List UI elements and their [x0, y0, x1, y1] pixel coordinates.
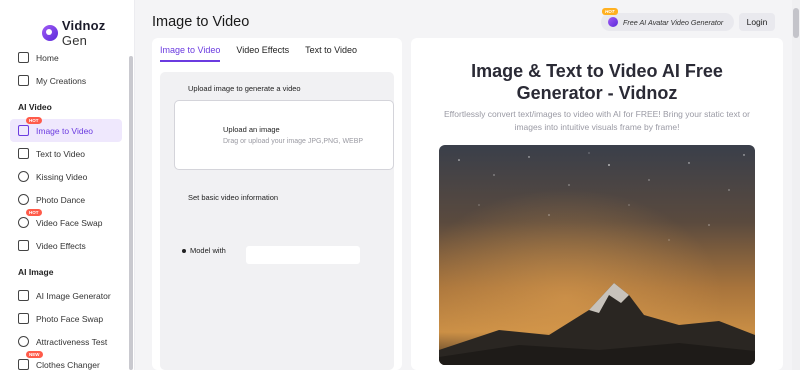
tabs: Image to Video Video Effects Text to Vid… — [160, 38, 357, 62]
sidebar-item-label: Text to Video — [36, 148, 85, 159]
sidebar-item-clothes-changer[interactable]: NEW Clothes Changer — [10, 351, 122, 370]
sidebar-item-label: Attractiveness Test — [36, 336, 108, 347]
info-section-label: Set basic video information — [188, 193, 279, 202]
upload-title: Upload an image — [223, 125, 280, 134]
hero-title-line2: Generator - Vidnoz — [516, 83, 678, 103]
hero-panel: Image & Text to Video AI Free Generator … — [411, 38, 783, 370]
page-scrollbar-thumb[interactable] — [793, 8, 799, 38]
sidebar-item-label: Photo Dance — [36, 194, 86, 205]
face-swap-icon — [18, 217, 29, 228]
sidebar-item-label: Clothes Changer — [36, 359, 100, 370]
sidebar-item-my-creations[interactable]: My Creations — [10, 69, 122, 92]
sidebar-item-label: Photo Face Swap — [36, 313, 104, 324]
sidebar-item-video-effects[interactable]: Video Effects — [10, 234, 122, 257]
sidebar-item-home[interactable]: Home — [10, 46, 122, 69]
promo-button[interactable]: HOT Free AI Avatar Video Generator — [601, 8, 734, 31]
tab-image-to-video[interactable]: Image to Video — [160, 38, 221, 62]
sidebar-item-photo-face-swap[interactable]: Photo Face Swap — [10, 307, 122, 330]
image-generator-icon — [18, 290, 29, 301]
mountain-night-sky-illustration — [439, 145, 755, 365]
section-title-ai-image: AI Image — [18, 267, 54, 277]
photo-swap-icon — [18, 313, 29, 324]
sidebar-menu: Home My Creations AI Video HOT Image to … — [10, 46, 122, 370]
image-video-icon — [18, 125, 29, 136]
generator-panel: Image to Video Video Effects Text to Vid… — [152, 38, 402, 370]
sidebar: Vidnoz Gen Home My Creations AI Video HO… — [0, 0, 135, 370]
bullet-icon — [182, 248, 186, 253]
page-title: Image to Video — [152, 14, 250, 30]
sidebar-item-label: Video Effects — [36, 240, 86, 251]
new-badge: NEW — [26, 351, 43, 358]
form-box: Upload image to generate a video Upload … — [160, 72, 394, 370]
sidebar-item-text-to-video[interactable]: Text to Video — [10, 142, 122, 165]
clothes-icon — [18, 359, 29, 370]
folder-icon — [18, 75, 29, 86]
tab-video-effects[interactable]: Video Effects — [236, 38, 289, 62]
hot-badge: HOT — [602, 8, 618, 15]
hero-image — [439, 145, 755, 365]
sidebar-item-photo-dance[interactable]: Photo Dance — [10, 188, 122, 211]
page-scrollbar[interactable] — [792, 0, 800, 370]
login-button[interactable]: Login — [739, 13, 775, 31]
sidebar-item-attractiveness-test[interactable]: Attractiveness Test — [10, 330, 122, 353]
sidebar-item-ai-image-generator[interactable]: AI Image Generator — [10, 284, 122, 307]
logo-icon — [42, 25, 58, 41]
upload-hint: Drag or upload your image JPG,PNG, WEBP — [223, 138, 364, 145]
sidebar-item-label: Home — [36, 52, 59, 63]
hero-title-line1: Image & Text to Video AI Free — [471, 61, 723, 81]
sidebar-scrollbar[interactable] — [129, 56, 133, 370]
kiss-icon — [18, 171, 29, 182]
model-row: Model with — [182, 246, 226, 255]
sidebar-item-label: My Creations — [36, 75, 87, 86]
dance-icon — [18, 194, 29, 205]
model-label: Model with — [190, 246, 226, 255]
hero-description: Effortlessly convert text/images to vide… — [444, 109, 750, 132]
upload-dropzone[interactable]: Upload an image Drag or upload your imag… — [174, 100, 394, 170]
hot-badge: HOT — [26, 209, 42, 216]
sidebar-item-label: Image to Video — [36, 125, 94, 136]
sidebar-item-image-to-video[interactable]: HOT Image to Video — [10, 117, 122, 142]
hot-badge: HOT — [26, 117, 42, 124]
effects-icon — [18, 240, 29, 251]
text-video-icon — [18, 148, 29, 159]
logo-text: Vidnoz — [61, 18, 106, 33]
promo-label: Free AI Avatar Video Generator — [623, 17, 724, 27]
sidebar-item-label: Video Face Swap — [36, 217, 103, 228]
sidebar-item-video-face-swap[interactable]: HOT Video Face Swap — [10, 209, 122, 234]
test-icon — [18, 336, 29, 347]
hero-title: Image & Text to Video AI Free Generator … — [411, 60, 783, 104]
sidebar-item-kissing-video[interactable]: Kissing Video — [10, 165, 122, 188]
home-icon — [18, 52, 29, 63]
upload-section-label: Upload image to generate a video — [188, 84, 301, 93]
sidebar-item-label: Kissing Video — [36, 171, 88, 182]
sidebar-item-label: AI Image Generator — [36, 290, 111, 301]
section-title-ai-video: AI Video — [18, 102, 52, 112]
logo[interactable]: Vidnoz Gen — [42, 18, 134, 48]
model-input[interactable] — [246, 246, 360, 264]
avatar-icon — [608, 17, 618, 27]
tab-text-to-video[interactable]: Text to Video — [305, 38, 357, 62]
